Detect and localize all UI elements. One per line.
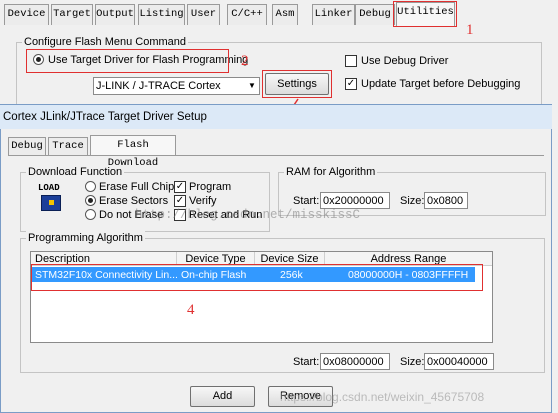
download-function-label: Download Function	[26, 165, 125, 179]
algorithm-size-input[interactable]: 0x00040000	[424, 353, 494, 370]
watermark-center: http://blog.csdn.net/misskissC	[135, 208, 361, 222]
tab-debug[interactable]: Debug	[355, 4, 395, 25]
dialog-tab-debug[interactable]: Debug	[8, 137, 46, 155]
highlight-box-2	[26, 49, 229, 73]
dialog-title: Cortex JLink/JTrace Target Driver Setup	[3, 111, 207, 123]
highlight-box-4	[31, 264, 483, 291]
use-debug-driver-checkbox[interactable]	[345, 55, 357, 67]
ram-start-label: Start:	[293, 195, 320, 207]
highlight-box-settings	[262, 70, 332, 98]
add-button[interactable]: Add	[190, 386, 255, 407]
tab-user[interactable]: User	[187, 4, 220, 25]
dialog-tab-divider	[8, 155, 544, 156]
driver-select[interactable]: J-LINK / J-TRACE Cortex ▼	[93, 77, 260, 95]
algorithm-start-input[interactable]: 0x08000000	[320, 353, 390, 370]
load-icon: LOAD	[38, 184, 68, 214]
tab-output[interactable]: Output	[95, 4, 135, 25]
verify-checkbox[interactable]: ✓	[174, 195, 186, 207]
dialog-tab-flash-download[interactable]: Flash Download	[90, 135, 176, 169]
erase-sectors-radio[interactable]	[85, 195, 96, 206]
ram-size-label: Size:	[400, 195, 425, 207]
program-label: Program	[189, 181, 232, 193]
tab-c-cpp[interactable]: C/C++	[227, 4, 267, 25]
erase-full-chip-label: Erase Full Chip	[99, 181, 175, 193]
tab-asm[interactable]: Asm	[272, 4, 298, 25]
chip-icon	[41, 195, 61, 211]
tab-listing[interactable]: Listing	[138, 4, 185, 25]
watermark-bottom: https://blog.csdn.net/weixin_45675708	[280, 390, 485, 404]
annotation-number-4: 4	[187, 302, 195, 318]
flash-menu-group-label: Configure Flash Menu Command	[22, 35, 189, 49]
annotation-number-2: 2	[241, 53, 249, 69]
dialog-tab-trace[interactable]: Trace	[48, 137, 88, 155]
erase-sectors-label: Erase Sectors	[99, 195, 169, 207]
ram-size-input[interactable]: 0x0800	[424, 192, 468, 209]
do-not-erase-radio[interactable]	[85, 209, 96, 220]
tab-device[interactable]: Device	[4, 4, 49, 25]
ram-algorithm-label: RAM for Algorithm	[284, 165, 378, 179]
chevron-down-icon[interactable]: ▼	[245, 78, 259, 94]
update-target-label: Update Target before Debugging	[361, 78, 521, 90]
tab-target[interactable]: Target	[51, 4, 93, 25]
dialog-title-bar: Cortex JLink/JTrace Target Driver Setup	[0, 105, 552, 129]
programming-algorithm-label: Programming Algorithm	[26, 231, 145, 245]
algorithm-start-label: Start:	[293, 356, 320, 368]
update-target-checkbox[interactable]: ✓	[345, 78, 357, 90]
algorithm-size-label: Size:	[400, 356, 425, 368]
verify-label: Verify	[189, 195, 217, 207]
erase-full-chip-radio[interactable]	[85, 181, 96, 192]
use-debug-driver-label: Use Debug Driver	[361, 55, 449, 67]
driver-select-value: J-LINK / J-TRACE Cortex	[96, 80, 221, 92]
tab-linker[interactable]: Linker	[312, 4, 355, 25]
ram-start-input[interactable]: 0x20000000	[320, 192, 390, 209]
annotation-number-1: 1	[466, 22, 474, 38]
load-icon-text: LOAD	[38, 183, 60, 193]
program-checkbox[interactable]: ✓	[174, 181, 186, 193]
highlight-box-1	[393, 1, 457, 27]
